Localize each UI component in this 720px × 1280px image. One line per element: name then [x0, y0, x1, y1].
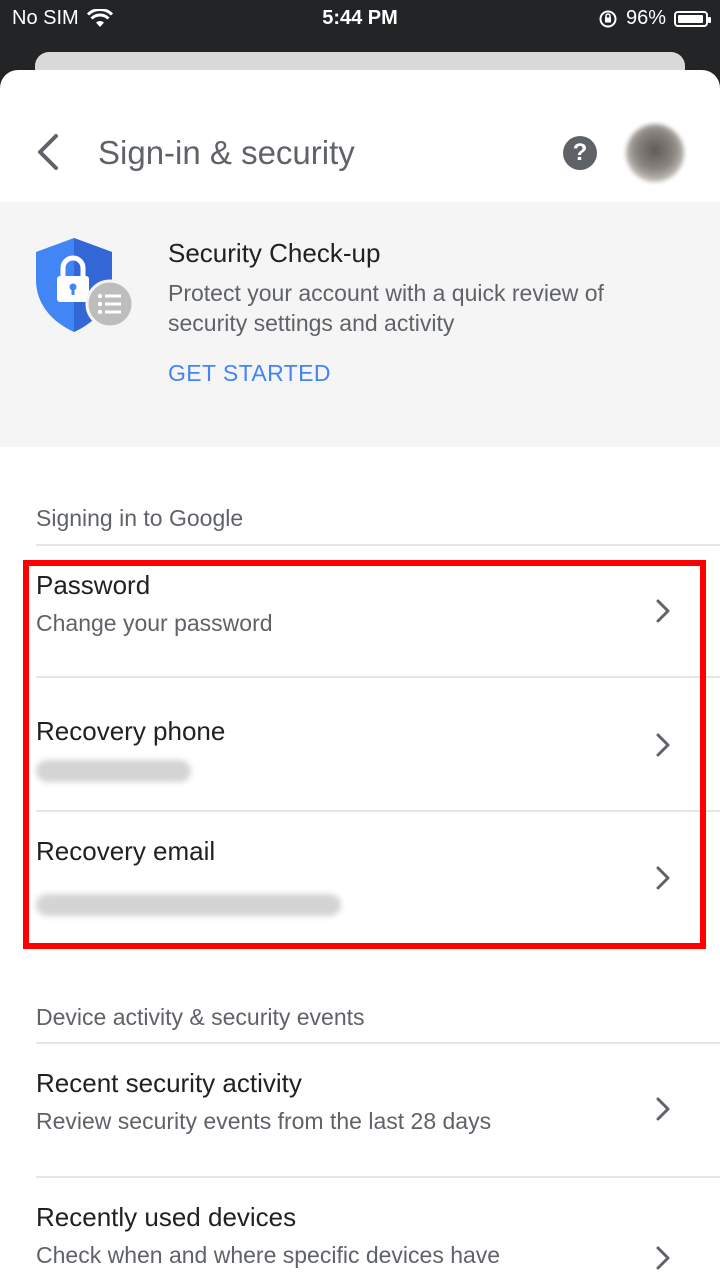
item-subtitle: Review security events from the last 28 … — [36, 1108, 492, 1134]
chevron-right-icon — [656, 733, 670, 757]
item-subtitle: Check when and where specific devices ha… — [36, 1242, 501, 1268]
chevron-right-icon — [656, 1246, 670, 1270]
item-title: Password — [36, 570, 151, 600]
list-item-password[interactable]: Password Change your password — [0, 546, 720, 678]
section-header-device-activity: Device activity & security events — [36, 1004, 365, 1030]
get-started-button[interactable]: GET STARTED — [168, 360, 331, 387]
security-shield-icon — [36, 238, 135, 332]
item-title: Recently used devices — [36, 1202, 297, 1232]
security-checkup-card: Security Check-up Protect your account w… — [0, 202, 720, 447]
redacted-phone — [36, 760, 191, 782]
orientation-lock-icon — [599, 10, 617, 27]
battery-icon — [674, 10, 711, 27]
back-button[interactable] — [28, 128, 72, 176]
list-item-recently-used-devices[interactable]: Recently used devices Check when and whe… — [0, 1178, 720, 1280]
status-bar: No SIM 5:44 PM 96% — [0, 0, 720, 40]
page-title: Sign-in & security — [98, 134, 355, 171]
item-subtitle: Change your password — [36, 610, 273, 636]
checkup-title: Security Check-up — [168, 238, 381, 268]
list-item-recovery-phone[interactable]: Recovery phone — [0, 678, 720, 810]
chevron-right-icon — [656, 866, 670, 890]
item-title: Recovery email — [36, 836, 216, 866]
redacted-email — [36, 894, 341, 916]
avatar[interactable] — [626, 124, 684, 182]
battery-percent: 96% — [625, 7, 666, 29]
status-right: 96% — [598, 7, 711, 30]
sign-in-security-sheet: Sign-in & security ? Security Check-up P… — [0, 70, 720, 1280]
list-item-recent-security-activity[interactable]: Recent security activity Review security… — [0, 1044, 720, 1176]
chevron-right-icon — [656, 599, 670, 623]
list-item-recovery-email[interactable]: Recovery email — [0, 812, 720, 944]
help-icon[interactable]: ? — [563, 136, 597, 170]
item-title: Recovery phone — [36, 716, 226, 746]
app-bar: Sign-in & security ? — [0, 70, 720, 202]
section-header-signing-in: Signing in to Google — [36, 505, 244, 531]
item-title: Recent security activity — [36, 1068, 302, 1098]
chevron-right-icon — [656, 1097, 670, 1121]
back-arrow-icon — [38, 134, 58, 170]
checkup-description: Protect your account with a quick review… — [168, 280, 604, 336]
